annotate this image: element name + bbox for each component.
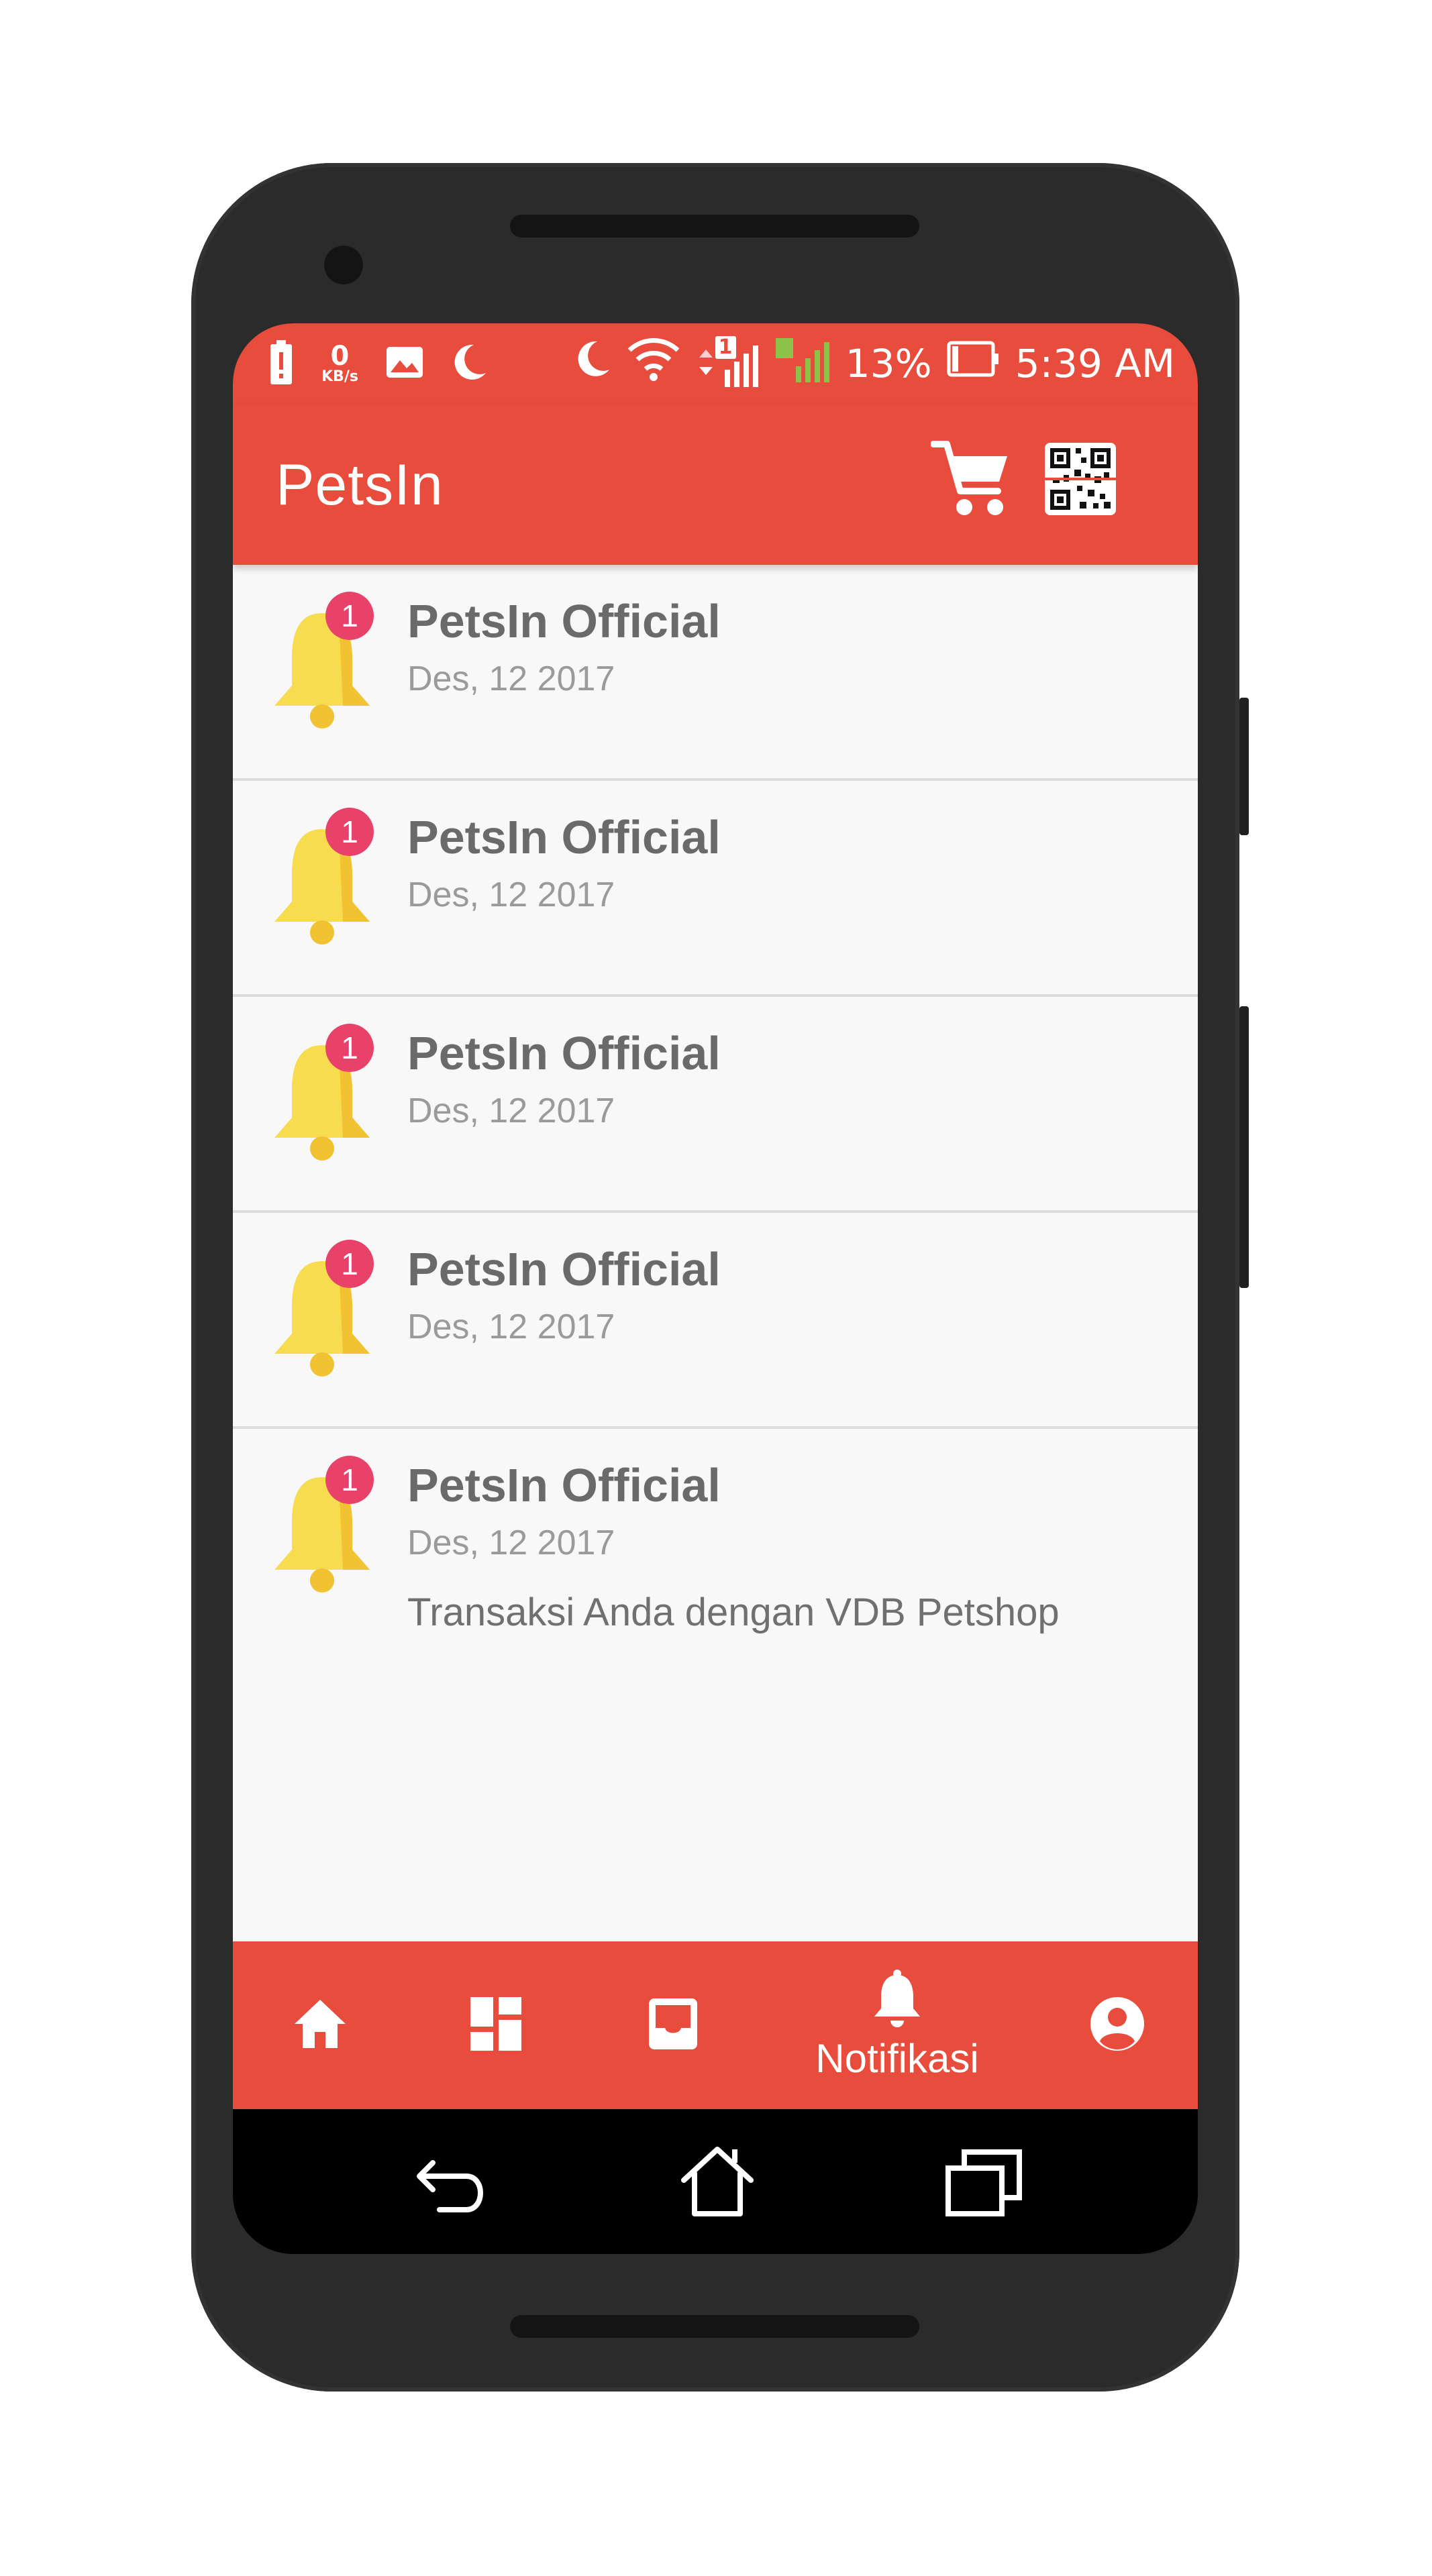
front-camera — [324, 246, 363, 284]
unread-count: 1 — [341, 1030, 358, 1065]
notification-message: Transaksi Anda dengan VDB Petshop — [407, 1591, 1060, 1634]
dashboard-icon — [469, 1996, 523, 2055]
bell-icon: 1 — [265, 1240, 379, 1387]
clock-time: 5:39 AM — [1015, 341, 1175, 386]
notification-date: Des, 12 2017 — [407, 1307, 615, 1346]
nav-inbox[interactable] — [626, 1941, 720, 2109]
battery-percent: 13% — [845, 341, 932, 386]
nav-notifikasi[interactable]: Notifikasi — [797, 1941, 998, 2109]
nav-label-notifikasi: Notifikasi — [815, 2035, 979, 2081]
unread-count: 1 — [341, 1462, 358, 1497]
network-speed-unit: KB/s — [321, 368, 358, 385]
network-speed-value: 0 — [330, 341, 350, 372]
phone-screen: 0 KB/s 1 13% 5:39 AM PetsIn 1 PetsIn Off… — [233, 323, 1198, 2254]
unread-count: 1 — [341, 814, 358, 849]
signal-sim2-icon — [774, 333, 831, 394]
sim1-badge: 1 — [715, 336, 736, 359]
bell-icon: 1 — [265, 808, 379, 955]
recents-button[interactable] — [937, 2136, 1031, 2230]
notification-sender: PetsIn Official — [407, 1243, 721, 1295]
image-icon — [385, 343, 424, 384]
bell-icon: 1 — [265, 1456, 379, 1603]
notification-item[interactable]: 1 PetsIn Official Des, 12 2017 — [233, 997, 1198, 1213]
cart-button[interactable] — [930, 432, 1011, 529]
shopping-cart-icon — [930, 441, 1011, 529]
home-outline-icon — [670, 2147, 764, 2233]
notification-sender: PetsIn Official — [407, 1027, 721, 1079]
earpiece-speaker — [510, 215, 919, 237]
battery-icon — [947, 339, 1001, 388]
bell-icon — [872, 1969, 923, 2033]
home-system-button[interactable] — [670, 2136, 764, 2230]
moon-icon — [451, 342, 489, 385]
battery-alert-icon — [268, 339, 295, 388]
back-arrow-icon — [406, 2160, 500, 2233]
notification-item[interactable]: 1 PetsIn Official Des, 12 2017 — [233, 1213, 1198, 1429]
bottom-navigation: Notifikasi — [233, 1941, 1198, 2109]
volume-button — [1239, 698, 1249, 835]
inbox-icon — [646, 1996, 700, 2055]
notification-item[interactable]: 1 PetsIn Official Des, 12 2017 — [233, 781, 1198, 997]
app-bar: PetsIn — [233, 404, 1198, 565]
notification-sender: PetsIn Official — [407, 1459, 721, 1511]
notification-date: Des, 12 2017 — [407, 875, 615, 914]
qr-code-icon — [1043, 443, 1117, 522]
recent-apps-icon — [937, 2149, 1031, 2233]
notification-list: 1 PetsIn Official Des, 12 2017 1 PetsIn … — [233, 565, 1198, 1941]
notification-date: Des, 12 2017 — [407, 659, 615, 698]
notification-date: Des, 12 2017 — [407, 1523, 615, 1562]
network-speed: 0 KB/s — [321, 343, 358, 384]
status-bar: 0 KB/s 1 13% 5:39 AM — [233, 323, 1198, 404]
nav-home[interactable] — [273, 1941, 367, 2109]
home-icon — [292, 1997, 348, 2053]
moon-icon — [574, 339, 612, 388]
qr-scan-button[interactable] — [1043, 439, 1117, 519]
notification-date: Des, 12 2017 — [407, 1091, 615, 1130]
notification-item[interactable]: 1 PetsIn Official Des, 12 2017 — [233, 565, 1198, 781]
back-button[interactable] — [406, 2136, 500, 2230]
bell-icon: 1 — [265, 1024, 379, 1171]
nav-account[interactable] — [1070, 1941, 1164, 2109]
bell-icon: 1 — [265, 592, 379, 739]
wifi-icon — [627, 335, 680, 392]
bottom-speaker — [510, 2315, 919, 2338]
system-navigation-bar — [233, 2109, 1198, 2254]
signal-sim1-icon: 1 — [695, 336, 760, 390]
power-button — [1239, 1006, 1249, 1288]
unread-count: 1 — [341, 1246, 358, 1281]
unread-count: 1 — [341, 598, 358, 633]
notification-item[interactable]: 1 PetsIn Official Des, 12 2017 Transaksi… — [233, 1429, 1198, 1670]
nav-dashboard[interactable] — [449, 1941, 543, 2109]
notification-sender: PetsIn Official — [407, 595, 721, 647]
app-title: PetsIn — [276, 453, 444, 517]
notification-sender: PetsIn Official — [407, 811, 721, 863]
account-icon — [1089, 1996, 1145, 2055]
